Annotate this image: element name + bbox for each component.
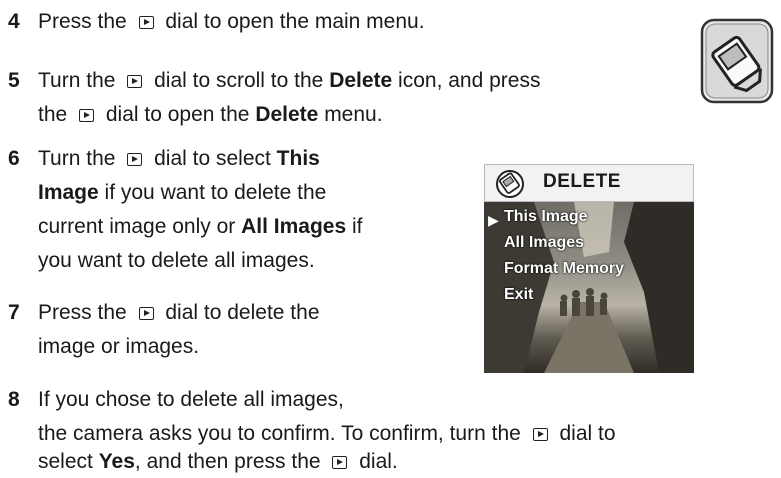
step-number: 6 <box>8 147 20 170</box>
step-text: Turn the dial to select This <box>38 147 320 170</box>
step-text: Turn the dial to scroll to the Delete ic… <box>38 69 541 92</box>
step-text: Press the dial to open the main menu. <box>38 10 425 33</box>
menu-item-this-image[interactable]: This Image <box>504 208 588 226</box>
camera-screen: DELETE ▶ This Image All Images Format Me… <box>484 164 694 373</box>
menu-item-format-memory[interactable]: Format Memory <box>504 260 624 278</box>
step-number: 5 <box>8 69 20 92</box>
step-text: you want to delete all images. <box>38 249 315 272</box>
selection-arrow-icon: ▶ <box>488 212 499 228</box>
play-dial-icon <box>532 428 548 441</box>
step-text: select Yes, and then press the dial. <box>38 450 398 473</box>
step-number: 4 <box>8 10 20 33</box>
play-dial-icon <box>79 109 95 122</box>
play-dial-icon <box>127 75 143 88</box>
play-dial-icon <box>127 153 143 166</box>
step-text: If you chose to delete all images, <box>38 388 344 411</box>
menu-item-exit[interactable]: Exit <box>504 286 533 304</box>
delete-icon <box>496 170 524 198</box>
step-text: image or images. <box>38 335 200 358</box>
step-number: 8 <box>8 388 20 411</box>
play-dial-icon <box>138 307 154 320</box>
step-text: the dial to open the Delete menu. <box>38 103 383 126</box>
step-text: Press the dial to delete the <box>38 301 320 324</box>
menu-item-all-images[interactable]: All Images <box>504 234 584 252</box>
delete-icon <box>700 18 774 104</box>
screen-title: DELETE <box>543 171 621 192</box>
step-number: 7 <box>8 301 20 324</box>
screen-header: DELETE <box>484 164 694 202</box>
step-text: current image only or All Images if <box>38 215 363 238</box>
play-dial-icon <box>332 456 348 469</box>
play-dial-icon <box>138 16 154 29</box>
step-text: Image if you want to delete the <box>38 181 327 204</box>
